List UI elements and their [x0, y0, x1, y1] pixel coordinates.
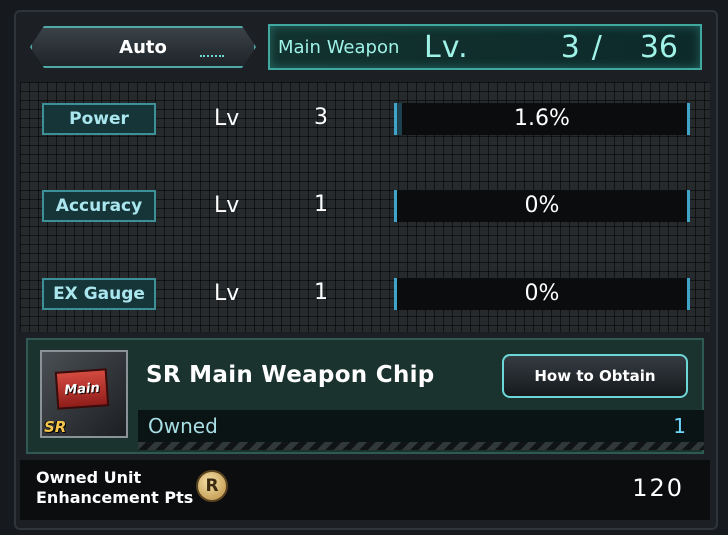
- stat-percent-power: 1.6%: [514, 106, 570, 131]
- how-to-obtain-label: How to Obtain: [534, 367, 656, 385]
- auto-button-label: Auto: [119, 36, 167, 58]
- coin-symbol: R: [205, 476, 219, 496]
- main-weapon-max-level: 36: [639, 29, 678, 65]
- enhancement-points-footer: Owned Unit Enhancement Pts R 120: [20, 460, 710, 520]
- stat-bar-accuracy: 0%: [394, 190, 690, 222]
- stat-lv-label: Lv: [214, 106, 240, 131]
- main-weapon-chip-icon[interactable]: Main SR: [40, 350, 128, 438]
- enhancement-pts-label: Owned Unit Enhancement Pts: [36, 468, 193, 508]
- stat-label-ex-gauge: EX Gauge: [42, 278, 156, 310]
- owned-label: Owned: [148, 414, 218, 438]
- enhancement-coin-icon: R: [196, 470, 228, 502]
- chip-icon-text: Main: [63, 380, 101, 398]
- hazard-stripe-divider: [138, 442, 704, 450]
- stat-bar-ex-gauge: 0%: [394, 278, 690, 310]
- chip-panel: Main SR SR Main Weapon Chip How to Obtai…: [26, 338, 704, 454]
- stats-grid: Power Lv 3 1.6% Accuracy Lv 1 0% EX Gaug…: [20, 82, 710, 332]
- how-to-obtain-button[interactable]: How to Obtain: [502, 354, 688, 398]
- stat-label-power: Power: [42, 103, 156, 135]
- rarity-badge: SR: [44, 418, 67, 436]
- main-weapon-current-level: 3: [560, 29, 580, 65]
- stat-lv-label: Lv: [214, 193, 240, 218]
- chip-name: SR Main Weapon Chip: [146, 362, 435, 388]
- stat-percent-ex-gauge: 0%: [524, 281, 560, 306]
- stat-level-ex-gauge: 1: [314, 280, 328, 305]
- owned-count: 1: [673, 414, 686, 438]
- stat-label-accuracy: Accuracy: [42, 190, 156, 222]
- main-weapon-lv-label: Lv.: [424, 29, 469, 65]
- stat-lv-label: Lv: [214, 281, 240, 306]
- main-weapon-level-display: Main Weapon Lv. 3 / 36: [268, 24, 702, 70]
- stat-percent-accuracy: 0%: [524, 193, 560, 218]
- enhancement-pts-label-line2: Enhancement Pts: [36, 488, 194, 507]
- enhancement-pts-label-line1: Owned Unit: [36, 468, 142, 487]
- stat-row-accuracy[interactable]: Accuracy Lv 1 0%: [20, 188, 710, 224]
- owned-row: Owned 1: [138, 410, 704, 450]
- stat-row-power[interactable]: Power Lv 3 1.6%: [20, 101, 710, 137]
- auto-button[interactable]: Auto: [30, 26, 256, 68]
- stat-level-power: 3: [314, 105, 328, 130]
- main-weapon-level-separator: /: [591, 29, 602, 65]
- main-weapon-label: Main Weapon: [278, 36, 400, 58]
- stat-bar-power: 1.6%: [394, 103, 690, 135]
- enhancement-screen: Auto Main Weapon Lv. 3 / 36 Power Lv 3 1…: [0, 0, 728, 535]
- stat-row-ex-gauge[interactable]: EX Gauge Lv 1 0%: [20, 276, 710, 312]
- enhancement-pts-value: 120: [632, 474, 684, 502]
- stat-level-accuracy: 1: [314, 192, 328, 217]
- chip-card-graphic: Main: [54, 368, 110, 410]
